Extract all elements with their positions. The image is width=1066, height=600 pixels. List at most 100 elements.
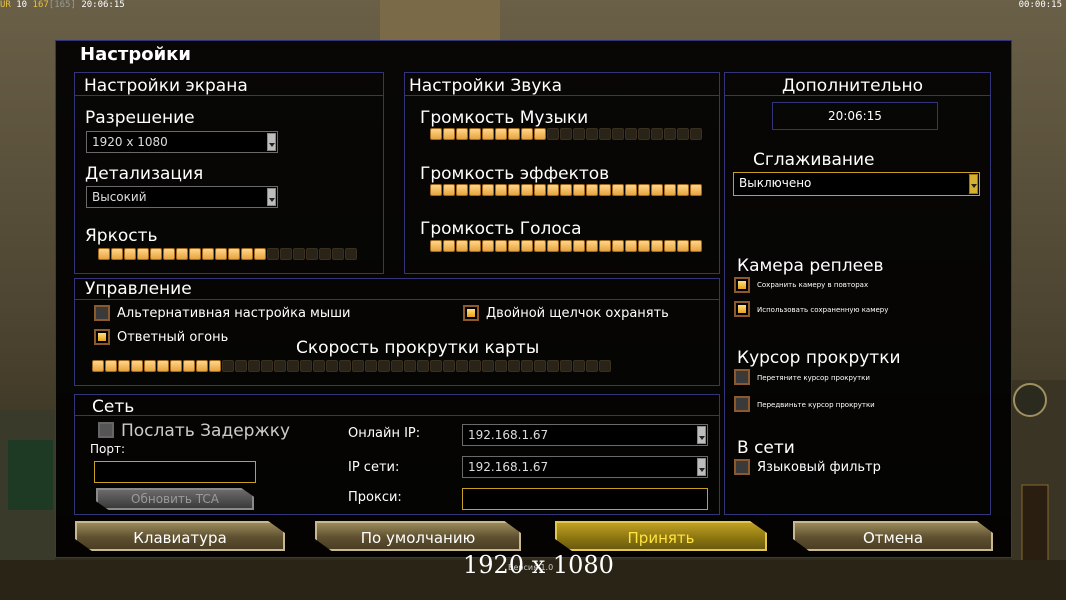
slider-segment[interactable] [495, 128, 507, 140]
slider-segment[interactable] [430, 360, 442, 372]
slider-segment[interactable] [280, 248, 292, 260]
slider-segment[interactable] [378, 360, 390, 372]
double-click-guard-checkbox[interactable] [463, 305, 479, 321]
slider-segment[interactable] [599, 128, 611, 140]
slider-segment[interactable] [495, 360, 507, 372]
slider-segment[interactable] [586, 128, 598, 140]
slider-segment[interactable] [170, 360, 182, 372]
slider-segment[interactable] [547, 360, 559, 372]
slider-segment[interactable] [508, 128, 520, 140]
slider-segment[interactable] [690, 184, 702, 196]
slider-segment[interactable] [261, 360, 273, 372]
slider-segment[interactable] [599, 240, 611, 252]
slider-segment[interactable] [560, 184, 572, 196]
slider-segment[interactable] [430, 128, 442, 140]
chevron-down-icon[interactable] [267, 188, 276, 206]
slider-segment[interactable] [209, 360, 221, 372]
update-tca-button[interactable]: Обновить TCA [96, 488, 254, 510]
slider-segment[interactable] [92, 360, 104, 372]
slider-segment[interactable] [521, 240, 533, 252]
chevron-down-icon[interactable] [697, 426, 706, 444]
slider-segment[interactable] [293, 248, 305, 260]
proxy-field[interactable] [462, 488, 708, 510]
slider-segment[interactable] [443, 128, 455, 140]
slider-segment[interactable] [443, 360, 455, 372]
slider-segment[interactable] [287, 360, 299, 372]
slider-segment[interactable] [150, 248, 162, 260]
slider-segment[interactable] [215, 248, 227, 260]
slider-segment[interactable] [391, 360, 403, 372]
slider-segment[interactable] [306, 248, 318, 260]
slider-segment[interactable] [599, 184, 611, 196]
slider-segment[interactable] [573, 240, 585, 252]
slider-segment[interactable] [222, 360, 234, 372]
slider-segment[interactable] [547, 128, 559, 140]
slider-segment[interactable] [332, 248, 344, 260]
slider-segment[interactable] [313, 360, 325, 372]
slider-segment[interactable] [456, 240, 468, 252]
slider-segment[interactable] [456, 184, 468, 196]
resolution-dropdown[interactable]: 1920 x 1080 [86, 131, 278, 153]
slider-segment[interactable] [339, 360, 351, 372]
slider-segment[interactable] [521, 184, 533, 196]
slider-segment[interactable] [651, 184, 663, 196]
slider-segment[interactable] [469, 128, 481, 140]
slider-segment[interactable] [124, 248, 136, 260]
return-fire-checkbox[interactable] [94, 329, 110, 345]
slider-segment[interactable] [560, 240, 572, 252]
cancel-button[interactable]: Отмена [793, 521, 993, 551]
slider-segment[interactable] [267, 248, 279, 260]
slider-segment[interactable] [319, 248, 331, 260]
port-field[interactable] [94, 461, 256, 483]
slider-segment[interactable] [157, 360, 169, 372]
slider-segment[interactable] [111, 248, 123, 260]
slider-segment[interactable] [163, 248, 175, 260]
effects-volume-slider[interactable] [430, 184, 702, 196]
slider-segment[interactable] [638, 240, 650, 252]
slider-segment[interactable] [137, 248, 149, 260]
slider-segment[interactable] [443, 240, 455, 252]
save-camera-in-replays-checkbox[interactable] [734, 277, 750, 293]
scroll-speed-slider[interactable] [92, 360, 611, 372]
slider-segment[interactable] [430, 184, 442, 196]
slider-segment[interactable] [599, 360, 611, 372]
slider-segment[interactable] [235, 360, 247, 372]
slider-segment[interactable] [690, 240, 702, 252]
brightness-slider[interactable] [98, 248, 357, 260]
slider-segment[interactable] [547, 240, 559, 252]
slider-segment[interactable] [573, 128, 585, 140]
slider-segment[interactable] [625, 184, 637, 196]
slider-segment[interactable] [456, 128, 468, 140]
slider-segment[interactable] [586, 240, 598, 252]
slider-segment[interactable] [248, 360, 260, 372]
slider-segment[interactable] [664, 240, 676, 252]
voice-volume-slider[interactable] [430, 240, 702, 252]
slider-segment[interactable] [300, 360, 312, 372]
slider-segment[interactable] [105, 360, 117, 372]
use-saved-camera-checkbox[interactable] [734, 301, 750, 317]
slider-segment[interactable] [482, 360, 494, 372]
slider-segment[interactable] [345, 248, 357, 260]
slider-segment[interactable] [183, 360, 195, 372]
slider-segment[interactable] [625, 128, 637, 140]
drag-scroll-cursor-checkbox[interactable] [734, 369, 750, 385]
slider-segment[interactable] [482, 128, 494, 140]
antialiasing-dropdown[interactable]: Выключено [733, 172, 980, 196]
slider-segment[interactable] [241, 248, 253, 260]
slider-segment[interactable] [469, 184, 481, 196]
slider-segment[interactable] [189, 248, 201, 260]
chevron-down-icon[interactable] [697, 458, 706, 476]
slider-segment[interactable] [456, 360, 468, 372]
slider-segment[interactable] [508, 184, 520, 196]
slider-segment[interactable] [586, 360, 598, 372]
slider-segment[interactable] [573, 184, 585, 196]
slider-segment[interactable] [521, 128, 533, 140]
lan-ip-dropdown[interactable]: 192.168.1.67 [462, 456, 708, 478]
slider-segment[interactable] [612, 240, 624, 252]
slider-segment[interactable] [98, 248, 110, 260]
slider-segment[interactable] [677, 128, 689, 140]
slider-segment[interactable] [508, 240, 520, 252]
slider-segment[interactable] [469, 240, 481, 252]
slider-segment[interactable] [176, 248, 188, 260]
slider-segment[interactable] [534, 184, 546, 196]
